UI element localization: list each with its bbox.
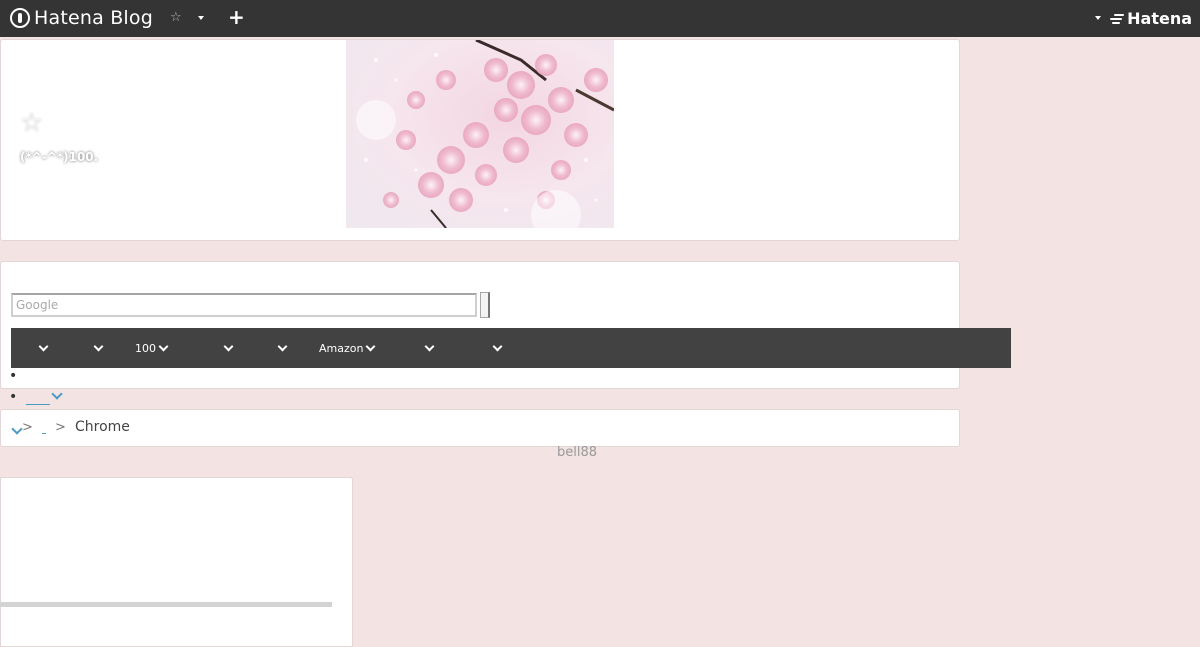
menu-item-2[interactable] [91, 328, 104, 368]
breadcrumb-link[interactable] [42, 433, 46, 434]
content-panel [0, 477, 353, 647]
list-bullet: • [9, 389, 18, 405]
chevron-down-icon [492, 341, 503, 351]
hatena-brand-link[interactable]: Hatena [1110, 9, 1192, 28]
menu-item-5[interactable] [275, 328, 288, 368]
menu-item-1[interactable] [36, 328, 49, 368]
hatena-blog-logo[interactable]: Hatena Blog [10, 7, 153, 29]
chevron-down-icon [38, 341, 49, 351]
chevron-down-icon [424, 341, 435, 351]
logo-text: Hatena Blog [34, 7, 153, 29]
header-image [346, 40, 614, 228]
breadcrumb [0, 409, 960, 447]
chevron-down-icon [223, 341, 234, 351]
menu-item-3[interactable]: 100 [135, 328, 169, 368]
google-search-input[interactable] [11, 293, 477, 317]
global-header: Hatena Blog ☆ + Hatena [0, 0, 1200, 37]
scroll-progress-bar [0, 602, 332, 607]
chevron-down-icon [366, 341, 376, 351]
menu-item-label: Amazon [319, 341, 364, 355]
header-star-icon: ☆ [20, 108, 44, 138]
search-button[interactable] [480, 292, 490, 318]
global-menu: 100 Amazon [11, 328, 1011, 368]
menu-item-amazon[interactable]: Amazon [319, 328, 376, 368]
chevron-down-icon[interactable] [51, 388, 63, 400]
blog-title[interactable]: (*^-^*)100. [20, 150, 98, 164]
menu-item-label: 100 [135, 341, 156, 355]
breadcrumb-separator: > [55, 420, 66, 435]
menu-item-4[interactable] [221, 328, 234, 368]
cherry-blossom-image [346, 40, 614, 228]
user-menu-caret-icon[interactable] [1095, 16, 1101, 20]
breadcrumb-current[interactable]: Chrome [75, 419, 130, 435]
menu-item-7[interactable] [422, 328, 435, 368]
chevron-down-icon [93, 341, 104, 351]
add-post-button[interactable]: + [228, 5, 245, 29]
hatena-mark-icon [1110, 13, 1125, 25]
caret-down-icon[interactable] [198, 16, 204, 20]
submenu-link[interactable] [26, 392, 50, 405]
chevron-down-icon [158, 341, 169, 351]
star-icon[interactable]: ☆ [170, 10, 182, 25]
hatena-brand-text: Hatena [1127, 9, 1192, 28]
navigation-panel [0, 261, 960, 389]
chevron-down-icon [277, 341, 288, 351]
list-bullet: • [9, 368, 18, 384]
hatena-blog-logo-icon [10, 8, 30, 28]
author-name[interactable]: bell88 [557, 445, 597, 460]
menu-item-8[interactable] [490, 328, 503, 368]
breadcrumb-separator: > [22, 420, 33, 435]
